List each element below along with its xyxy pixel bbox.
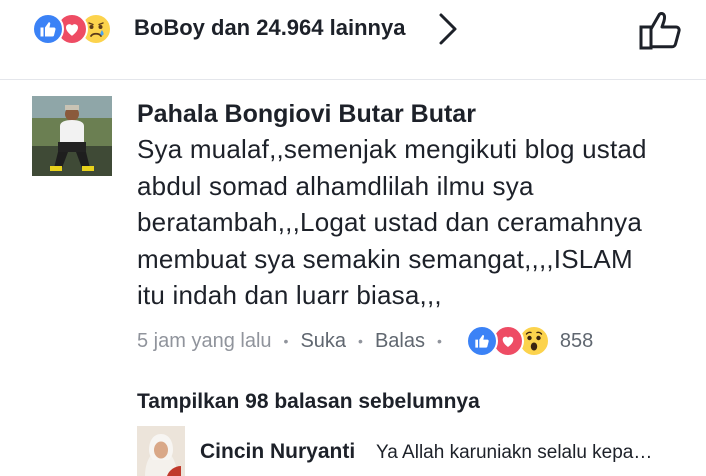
reactions-summary-text[interactable]: BoBoy dan 24.964 lainnya	[134, 15, 405, 41]
like-comment-button[interactable]: Suka	[300, 330, 346, 353]
separator-dot: •	[436, 333, 442, 349]
reply-avatar[interactable]	[137, 426, 185, 476]
comment-body: Sya mualaf,,semenjak mengikuti blog usta…	[137, 134, 647, 310]
reply-comment-button[interactable]: Balas	[375, 330, 425, 353]
comment-reaction-count[interactable]: 858	[560, 330, 593, 353]
reply-preview-text[interactable]: Ya Allah karuniakn selalu kepa…	[376, 442, 652, 464]
thumbs-up-outline-icon[interactable]	[638, 9, 684, 56]
avatar[interactable]	[32, 96, 112, 176]
separator-dot: •	[283, 333, 289, 349]
reaction-icons[interactable]	[32, 13, 112, 45]
comment-timestamp: 5 jam yang lalu	[137, 329, 272, 352]
separator-dot: •	[358, 333, 363, 349]
chevron-right-icon[interactable]	[436, 12, 460, 51]
comment-meta-row: 5 jam yang lalu • Suka • Balas • 858	[137, 323, 593, 359]
section-divider	[0, 79, 706, 80]
like-icon	[32, 13, 64, 45]
like-icon	[465, 325, 498, 357]
reply-author-name[interactable]: Cincin Nuryanti	[200, 440, 355, 464]
reactions-summary-bar[interactable]: BoBoy dan 24.964 lainnya	[0, 0, 706, 60]
comment-reaction-icons[interactable]	[465, 325, 550, 357]
show-previous-replies-link[interactable]: Tampilkan 98 balasan sebelumnya	[137, 390, 480, 414]
comment-author-name[interactable]: Pahala Bongiovi Butar Butar	[137, 100, 476, 129]
